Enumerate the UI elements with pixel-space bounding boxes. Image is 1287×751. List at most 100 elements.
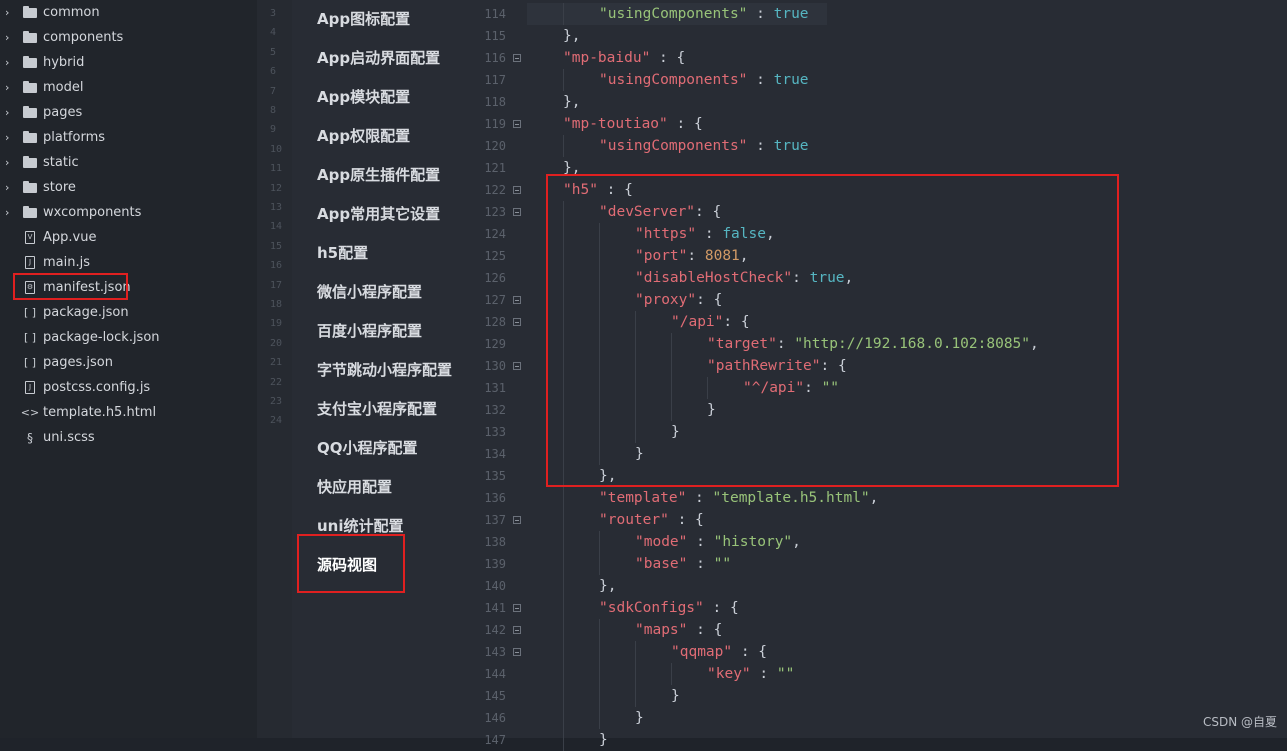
code-token: true (773, 72, 809, 88)
code-line[interactable]: "key" : "" (707, 663, 794, 685)
tree-item-package-json[interactable]: [ ] package.json (0, 300, 257, 325)
tree-item-label: pages.json (43, 355, 113, 370)
fold-toggle-icon[interactable] (513, 296, 521, 304)
code-line[interactable]: "sdkConfigs" : { (599, 597, 739, 619)
fold-toggle-icon[interactable] (513, 362, 521, 370)
code-line[interactable]: } (635, 707, 644, 729)
fold-toggle-icon[interactable] (513, 318, 521, 326)
line-number: 133 (484, 425, 506, 439)
line-number: 114 (484, 7, 506, 21)
config-menu-item[interactable]: 微信小程序配置 (317, 281, 422, 302)
line-number: 117 (484, 73, 506, 87)
line-number: 137 (484, 513, 506, 527)
indent-guide (563, 531, 564, 553)
code-line[interactable]: "mp-toutiao" : { (563, 113, 703, 135)
indent-guide (635, 663, 636, 685)
code-line[interactable]: } (599, 729, 608, 751)
code-line[interactable]: "router" : { (599, 509, 704, 531)
tree-item-wxcomponents[interactable]: › wxcomponents (0, 200, 257, 225)
indent-guide (563, 487, 564, 509)
tree-item-store[interactable]: › store (0, 175, 257, 200)
config-menu-item[interactable]: App图标配置 (317, 8, 410, 29)
tree-item-static[interactable]: › static (0, 150, 257, 175)
tree-item-platforms[interactable]: › platforms (0, 125, 257, 150)
config-menu-item[interactable]: QQ小程序配置 (317, 437, 418, 458)
code-token: , (792, 534, 801, 550)
line-number: 132 (484, 403, 506, 417)
code-line[interactable]: "usingComponents" : true (599, 3, 809, 25)
tree-item-common[interactable]: › common (0, 0, 257, 25)
code-line[interactable]: }, (599, 575, 616, 597)
indent-guide (563, 553, 564, 575)
code-line[interactable]: }, (563, 25, 580, 47)
strip-line-number: 7 (270, 85, 277, 97)
chevron-right-icon[interactable]: › (5, 81, 13, 94)
strip-line-number: 9 (270, 124, 277, 136)
chevron-right-icon[interactable]: › (5, 56, 13, 69)
chevron-right-icon[interactable]: › (5, 206, 13, 219)
tree-item-postcss-config-js[interactable]: Jpostcss.config.js (0, 375, 257, 400)
fold-toggle-icon[interactable] (513, 626, 521, 634)
tree-item-app-vue[interactable]: V App.vue (0, 225, 257, 250)
fold-toggle-icon[interactable] (513, 604, 521, 612)
tree-item-hybrid[interactable]: › hybrid (0, 50, 257, 75)
line-number: 144 (484, 667, 506, 681)
config-menu-item[interactable]: h5配置 (317, 242, 368, 263)
code-line[interactable]: }, (563, 91, 580, 113)
code-line[interactable]: "base" : "" (635, 553, 731, 575)
fold-toggle-icon[interactable] (513, 54, 521, 62)
tree-item-pages-json[interactable]: [ ] pages.json (0, 350, 257, 375)
tree-item-label: package-lock.json (43, 330, 160, 345)
tree-item-label: template.h5.html (43, 405, 157, 420)
code-token: } (671, 688, 680, 704)
code-line[interactable]: "maps" : { (635, 619, 722, 641)
chevron-right-icon[interactable]: › (5, 6, 13, 19)
code-token: , (869, 490, 879, 506)
fold-toggle-icon[interactable] (513, 516, 521, 524)
tree-item-template-h5-html[interactable]: <> template.h5.html (0, 400, 257, 425)
chevron-right-icon[interactable]: › (5, 106, 13, 119)
config-menu-item[interactable]: App权限配置 (317, 125, 410, 146)
config-menu-item[interactable]: App启动界面配置 (317, 47, 440, 68)
code-line[interactable]: "template" : "template.h5.html", (599, 487, 878, 509)
config-menu-item[interactable]: uni统计配置 (317, 515, 404, 536)
code-token: : (747, 6, 774, 22)
tree-item-model[interactable]: › model (0, 75, 257, 100)
code-token: "key" (707, 666, 751, 682)
code-line[interactable]: "qqmap" : { (671, 641, 767, 663)
json-file-icon: [ ] (23, 356, 37, 369)
fold-toggle-icon[interactable] (513, 208, 521, 216)
tree-item-label: common (43, 5, 100, 20)
chevron-right-icon[interactable]: › (5, 131, 13, 144)
source-view-highlight-box (297, 534, 405, 593)
tree-item-main-js[interactable]: Jmain.js (0, 250, 257, 275)
config-menu-item[interactable]: App原生插件配置 (317, 164, 440, 185)
chevron-right-icon[interactable]: › (5, 181, 13, 194)
code-line[interactable]: "usingComponents" : true (599, 135, 809, 157)
tree-item-package-lock-json[interactable]: [ ] package-lock.json (0, 325, 257, 350)
fold-toggle-icon[interactable] (513, 648, 521, 656)
chevron-right-icon[interactable]: › (5, 31, 13, 44)
fold-toggle-icon[interactable] (513, 120, 521, 128)
code-line[interactable]: } (671, 685, 680, 707)
config-menu-item[interactable]: App常用其它设置 (317, 203, 440, 224)
tree-item-pages[interactable]: › pages (0, 100, 257, 125)
tree-item-components[interactable]: › components (0, 25, 257, 50)
tree-item-uni-scss[interactable]: § uni.scss (0, 425, 257, 450)
config-menu-item[interactable]: App模块配置 (317, 86, 410, 107)
chevron-right-icon[interactable]: › (5, 156, 13, 169)
config-menu-item[interactable]: 字节跳动小程序配置 (317, 359, 452, 380)
json-file-icon: [ ] (23, 331, 37, 344)
code-line[interactable]: "usingComponents" : true (599, 69, 809, 91)
code-line[interactable]: "mode" : "history", (635, 531, 801, 553)
line-number: 146 (484, 711, 506, 725)
config-menu-item[interactable]: 支付宝小程序配置 (317, 398, 437, 419)
fold-toggle-icon[interactable] (513, 186, 521, 194)
line-number: 139 (484, 557, 506, 571)
config-menu-item[interactable]: 快应用配置 (317, 476, 392, 497)
config-menu-item[interactable]: 百度小程序配置 (317, 320, 422, 341)
code-line[interactable]: "mp-baidu" : { (563, 47, 685, 69)
line-number: 145 (484, 689, 506, 703)
code-token: : (747, 72, 774, 88)
code-token: "" (713, 556, 732, 572)
